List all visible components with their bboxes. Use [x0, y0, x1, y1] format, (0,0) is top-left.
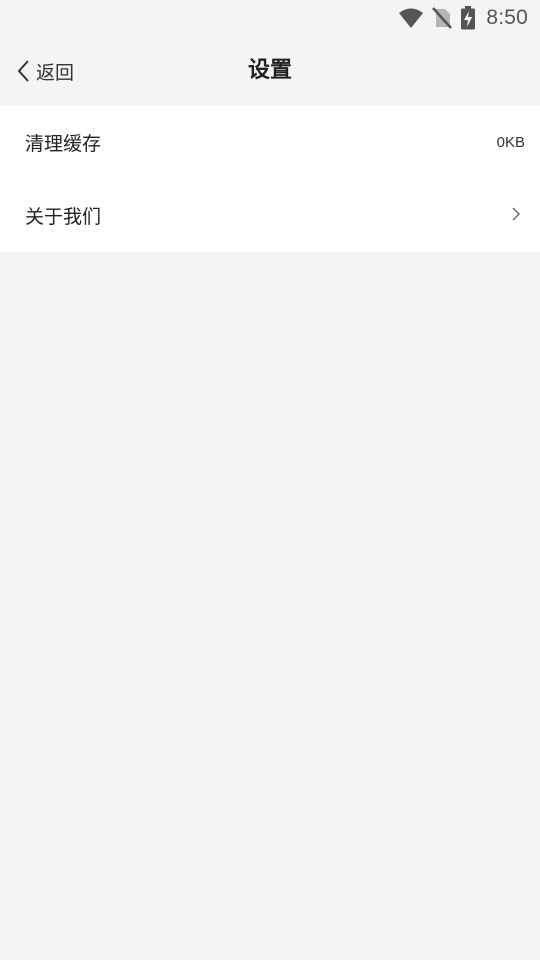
status-icons: 8:50: [398, 4, 528, 32]
page-title: 设置: [247, 58, 292, 83]
settings-item-label: 关于我们: [25, 206, 102, 228]
status-time: 8:50: [486, 6, 528, 29]
battery-charging-icon: [460, 6, 476, 30]
settings-list: 清理缓存 0KB 关于我们: [0, 106, 540, 252]
cache-size-value: 0KB: [496, 134, 525, 151]
no-sim-icon: [432, 7, 453, 29]
back-button[interactable]: 返回: [16, 56, 74, 86]
settings-item-about-us[interactable]: 关于我们: [0, 179, 540, 252]
settings-item-label: 清理缓存: [25, 133, 102, 155]
chevron-right-icon: [511, 206, 521, 226]
chevron-left-icon: [16, 59, 36, 83]
settings-item-clear-cache[interactable]: 清理缓存 0KB: [0, 106, 540, 179]
back-label: 返回: [36, 61, 75, 84]
wifi-icon: [398, 7, 424, 29]
nav-bar: 返回 设置: [0, 36, 540, 106]
status-bar: 8:50: [0, 0, 540, 36]
